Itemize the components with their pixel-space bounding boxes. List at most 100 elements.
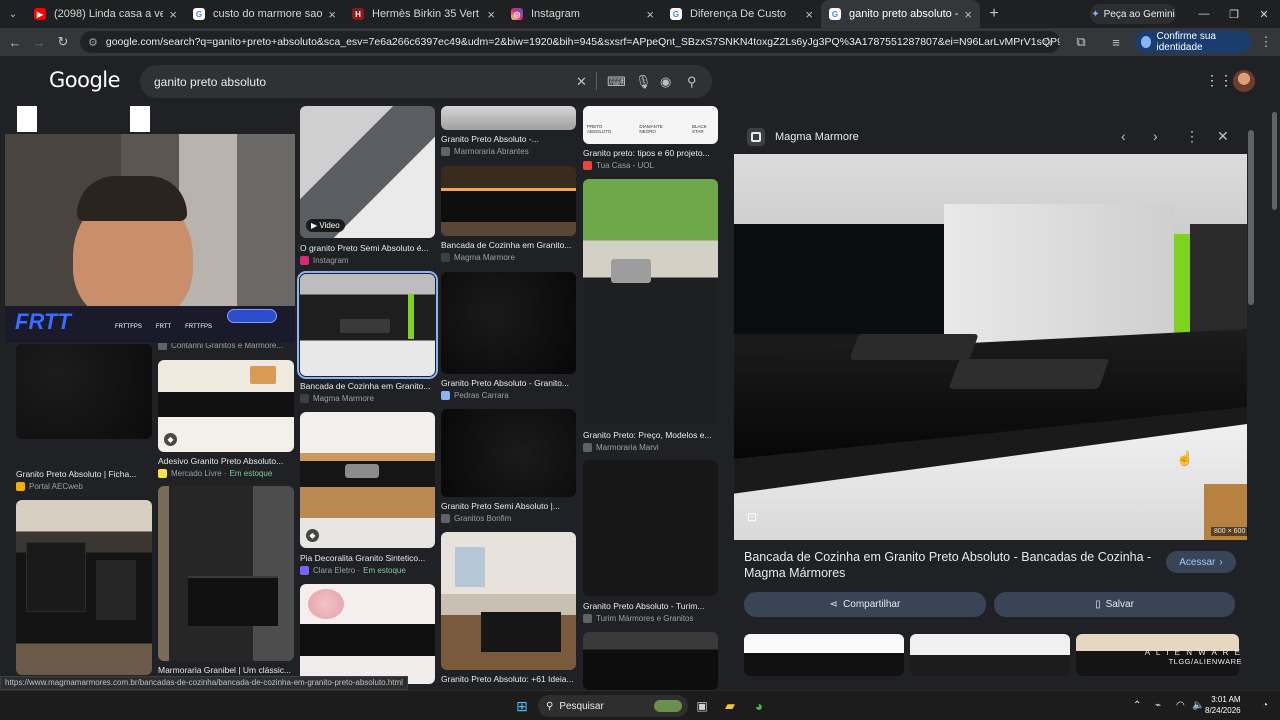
- result-thumbnail[interactable]: [441, 106, 576, 130]
- notification-bell-icon[interactable]: ◔: [1262, 700, 1268, 711]
- forward-icon[interactable]: →: [27, 30, 51, 54]
- close-panel-icon[interactable]: ✕: [1217, 128, 1229, 145]
- next-icon[interactable]: ›: [1153, 128, 1158, 144]
- result-thumbnail[interactable]: [16, 500, 152, 675]
- close-tab-icon[interactable]: ×: [805, 7, 813, 22]
- result-caption[interactable]: Granito Preto Absoluto | Ficha...: [16, 469, 154, 479]
- result-caption[interactable]: Granito Preto Absoluto - Turim...: [583, 601, 721, 611]
- search-icon[interactable]: ⚲: [687, 74, 697, 90]
- result-caption[interactable]: Bancada de Cozinha em Granito...: [300, 381, 438, 391]
- page-scrollbar[interactable]: [1272, 112, 1277, 210]
- lens-icon[interactable]: ◉: [660, 74, 671, 90]
- result-caption[interactable]: Pia Decoralita Granito Sintetico...: [300, 553, 438, 563]
- result-thumbnail[interactable]: [158, 486, 294, 661]
- mic-icon[interactable]: 🎙: [635, 74, 652, 90]
- result-caption[interactable]: Granito preto: tipos e 60 projeto...: [583, 148, 721, 158]
- result-thumbnail[interactable]: [16, 344, 152, 439]
- result-source[interactable]: Mercado Livre · Em estoque: [158, 469, 296, 478]
- wifi-icon[interactable]: ◠: [1176, 700, 1185, 711]
- reload-icon[interactable]: ↻: [51, 30, 75, 54]
- result-source[interactable]: Granitos Bonfim: [441, 514, 579, 523]
- apps-grid-icon[interactable]: ⋮⋮: [1205, 72, 1233, 89]
- tab-search-icon[interactable]: ⌄: [0, 0, 26, 28]
- identity-button[interactable]: Confirme sua identidade: [1135, 31, 1251, 53]
- visit-button[interactable]: Acessar ›: [1166, 551, 1236, 573]
- bookmark-star-icon[interactable]: ☆: [1036, 30, 1060, 54]
- site-info-icon[interactable]: ⚙: [88, 36, 98, 49]
- tab-3[interactable]: ◎ Instagram ×: [503, 0, 662, 28]
- menu-kebab-icon[interactable]: ⋮: [1254, 30, 1278, 54]
- profile-avatar[interactable]: [1233, 70, 1255, 92]
- tray-chevron-icon[interactable]: ⌃: [1133, 700, 1141, 711]
- search-input[interactable]: ganito preto absoluto ✕ ⌨ 🎙 ◉ ⚲: [140, 65, 712, 98]
- close-tab-icon[interactable]: ×: [328, 7, 336, 22]
- preview-title[interactable]: Bancada de Cozinha em Granito Preto Abso…: [744, 549, 1154, 581]
- taskbar-search[interactable]: ⚲ Pesquisar: [538, 695, 688, 717]
- result-caption[interactable]: Granito Preto: Preço, Modelos e...: [583, 430, 721, 440]
- close-tab-icon[interactable]: ×: [169, 7, 177, 22]
- tab-4[interactable]: G Diferença De Custo ×: [662, 0, 821, 28]
- result-source[interactable]: Clara Eletro · Em estoque: [300, 566, 438, 575]
- task-view-icon[interactable]: ▣: [694, 696, 710, 716]
- previous-icon[interactable]: ‹: [1121, 128, 1126, 144]
- result-caption[interactable]: Adesivo Granito Preto Absoluto...: [158, 456, 296, 466]
- keyboard-icon[interactable]: ⌨: [607, 74, 626, 90]
- address-bar[interactable]: ⚙ google.com/search?q=ganito+preto+absol…: [80, 31, 1060, 53]
- result-thumbnail[interactable]: [583, 460, 718, 596]
- result-thumbnail[interactable]: [300, 584, 435, 684]
- extensions-icon[interactable]: ⧉: [1069, 30, 1093, 54]
- result-thumbnail[interactable]: PRETO ABSOLUTO DIAMANTE NEGRO BLACK STAR: [583, 106, 718, 144]
- related-image[interactable]: [910, 634, 1070, 676]
- file-explorer-icon[interactable]: ▰: [722, 696, 738, 716]
- gemini-button[interactable]: ✦ Peça ao Gemini: [1090, 4, 1176, 24]
- system-clock[interactable]: 3:01 AM 8/24/2026: [1205, 694, 1241, 716]
- result-source[interactable]: Marmoraria Abrantes: [441, 147, 579, 156]
- result-caption[interactable]: Granito Preto Absoluto -...: [441, 134, 579, 144]
- result-source[interactable]: Pedras Carrara: [441, 391, 579, 400]
- result-thumbnail[interactable]: [583, 179, 718, 425]
- result-thumbnail[interactable]: [441, 409, 576, 497]
- result-source[interactable]: Marmoraria Marvi: [583, 443, 721, 452]
- result-source[interactable]: Turim Mármores e Granitos: [583, 614, 721, 623]
- google-logo[interactable]: Google: [49, 68, 121, 92]
- result-thumbnail[interactable]: [441, 166, 576, 236]
- result-source[interactable]: Magma Marmore: [300, 394, 438, 403]
- close-tab-icon[interactable]: ×: [487, 7, 495, 22]
- minimize-button[interactable]: —: [1188, 0, 1220, 28]
- result-caption[interactable]: Granito Preto Absoluto - Granito...: [441, 378, 579, 388]
- media-icon[interactable]: ≡: [1104, 30, 1128, 54]
- more-options-icon[interactable]: ⋮: [1185, 128, 1199, 145]
- close-window-button[interactable]: ✕: [1248, 0, 1280, 28]
- result-thumbnail[interactable]: [441, 272, 576, 374]
- clear-icon[interactable]: ✕: [576, 74, 587, 90]
- related-image[interactable]: [744, 634, 904, 676]
- tab-1[interactable]: G custo do marmore sao gabriel - ×: [185, 0, 344, 28]
- result-caption[interactable]: Marmoraria Granibel | Um clássic...: [158, 665, 296, 675]
- share-button[interactable]: ⋖ Compartilhar: [744, 592, 986, 617]
- close-tab-icon[interactable]: ×: [646, 7, 654, 22]
- result-source[interactable]: Portal AECweb: [16, 482, 154, 491]
- chrome-icon[interactable]: ◕: [750, 696, 768, 716]
- result-caption[interactable]: Bancada de Cozinha em Granito...: [441, 240, 579, 250]
- result-source[interactable]: Magma Marmore: [441, 253, 579, 262]
- result-thumbnail[interactable]: [297, 271, 438, 379]
- result-thumbnail[interactable]: ◆: [300, 412, 435, 548]
- volume-icon[interactable]: 🔈: [1192, 700, 1204, 711]
- result-caption[interactable]: Granito Preto Absoluto: +61 Ideia...: [441, 674, 579, 684]
- result-caption[interactable]: Granito Preto Semi Absoluto |...: [441, 501, 579, 511]
- result-caption[interactable]: O granito Preto Semi Absoluto é...: [300, 243, 438, 253]
- close-tab-icon[interactable]: ×: [964, 7, 972, 22]
- preview-image[interactable]: [734, 154, 1247, 540]
- new-tab-button[interactable]: +: [980, 5, 1008, 23]
- tab-0[interactable]: ▶ (2098) Linda casa a venda em B ×: [26, 0, 185, 28]
- result-source[interactable]: Tua Casa - UOL: [583, 161, 721, 170]
- maximize-button[interactable]: ❐: [1218, 0, 1250, 28]
- site-name[interactable]: Magma Marmore: [775, 131, 859, 143]
- tab-5-active[interactable]: G ganito preto absoluto - Pesqui ×: [821, 0, 980, 28]
- windows-start-icon[interactable]: ⊞: [512, 696, 532, 716]
- result-thumbnail[interactable]: ◆: [158, 360, 294, 452]
- lens-search-icon[interactable]: ⊡: [747, 510, 765, 528]
- back-icon[interactable]: ←: [3, 30, 27, 54]
- result-thumbnail[interactable]: [583, 632, 718, 690]
- panel-scrollbar[interactable]: [1248, 130, 1254, 305]
